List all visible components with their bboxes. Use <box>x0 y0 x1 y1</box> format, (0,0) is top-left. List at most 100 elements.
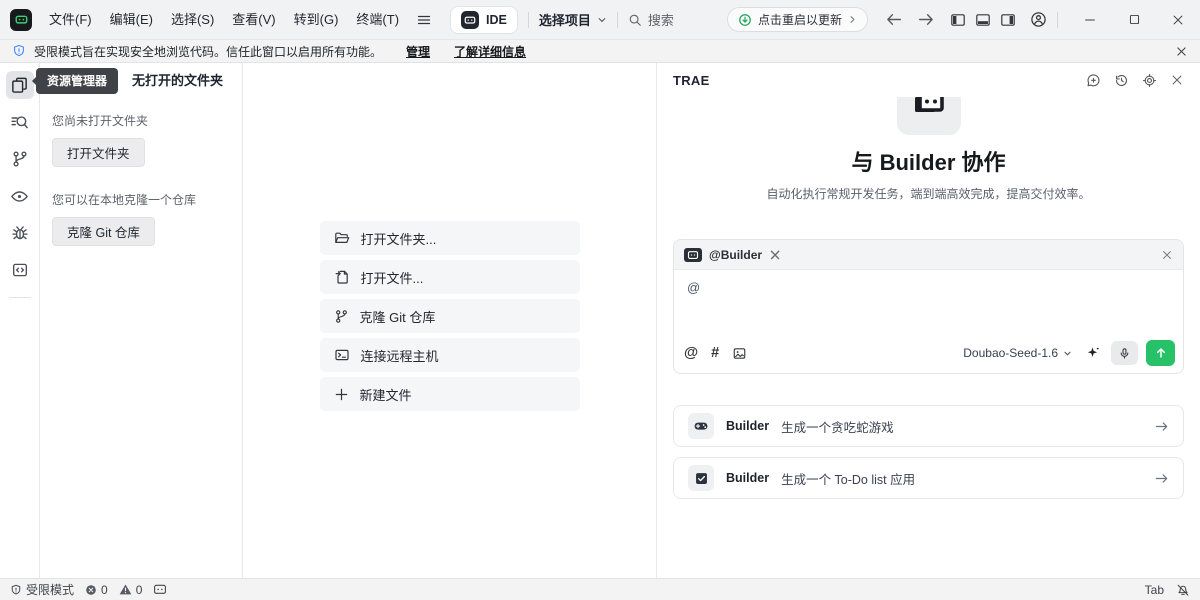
open-folder-button[interactable]: 打开文件夹 <box>52 138 145 167</box>
menu-goto[interactable]: 转到(G) <box>285 7 348 33</box>
input-icons: @ # <box>684 346 747 361</box>
activity-extensions-icon[interactable] <box>6 256 34 284</box>
chevron-down-icon <box>1063 349 1072 358</box>
bell-slash-icon[interactable] <box>1176 583 1190 597</box>
nav-arrows <box>886 11 934 28</box>
activity-eye-icon[interactable] <box>6 182 34 210</box>
welcome-action-label: 克隆 Git 仓库 <box>360 307 436 326</box>
chat-input-body[interactable]: @ @ # <box>674 270 1183 373</box>
restricted-mode-status[interactable]: 受限模式 <box>10 581 74 598</box>
todo-check-icon <box>688 465 714 491</box>
ide-mode-toggle[interactable]: IDE <box>450 6 518 34</box>
explorer-tooltip: 资源管理器 <box>36 68 118 94</box>
hamburger-menu-icon[interactable] <box>408 12 440 28</box>
error-circle-icon <box>85 584 97 596</box>
suggestion-text: 生成一个贪吃蛇游戏 <box>781 417 894 436</box>
git-branch-icon <box>334 309 349 324</box>
ide-robot-icon <box>461 11 479 29</box>
divider <box>528 12 529 28</box>
tag-close-icon[interactable] <box>1161 249 1173 261</box>
back-arrow-icon[interactable] <box>886 11 903 28</box>
at-mention-icon[interactable]: @ <box>684 346 698 361</box>
layout-sidebar-right-icon[interactable] <box>1000 12 1016 28</box>
account-icon[interactable] <box>1030 11 1047 28</box>
project-selector-label: 选择项目 <box>539 10 591 29</box>
model-selector[interactable]: Doubao-Seed-1.6 <box>963 346 1072 360</box>
builder-hero-title: 与 Builder 协作 <box>657 145 1200 177</box>
agent-tag-row: @Builder <box>674 240 1183 270</box>
problems-status[interactable]: 0 0 <box>85 583 142 597</box>
restricted-mode-message: 受限模式旨在实现安全地浏览代码。信任此窗口以启用所有功能。 <box>34 43 382 60</box>
hash-context-icon[interactable]: # <box>711 346 719 361</box>
close-panel-icon[interactable] <box>1170 73 1184 87</box>
remote-host-icon <box>334 347 350 363</box>
welcome-open-folder-button[interactable]: 打开文件夹... <box>320 221 580 255</box>
activity-source-control-icon[interactable] <box>6 145 34 173</box>
welcome-clone-git-button[interactable]: 克隆 Git 仓库 <box>320 299 580 333</box>
banner-close-icon[interactable] <box>1175 45 1188 58</box>
activity-bar <box>0 63 40 578</box>
app-window: 文件(F) 编辑(E) 选择(S) 查看(V) 转到(G) 终端(T) IDE … <box>0 0 1200 600</box>
builder-robot-logo-icon <box>897 97 961 135</box>
ide-label: IDE <box>486 13 507 27</box>
restricted-mode-label: 受限模式 <box>26 581 74 598</box>
tab-hint-label: Tab <box>1145 583 1164 597</box>
restart-update-button[interactable]: 点击重启以更新 <box>727 7 868 32</box>
divider <box>617 12 618 28</box>
close-window-button[interactable] <box>1156 0 1200 40</box>
send-button[interactable] <box>1146 340 1175 366</box>
layout-panel-bottom-icon[interactable] <box>975 12 991 28</box>
app-logo-icon[interactable] <box>10 9 32 31</box>
manage-link[interactable]: 管理 <box>406 43 430 60</box>
layout-sidebar-left-icon[interactable] <box>950 12 966 28</box>
chat-input[interactable]: @ <box>687 280 700 295</box>
shield-icon <box>10 584 22 596</box>
activity-search-icon[interactable] <box>6 108 34 136</box>
chevron-down-icon <box>597 15 607 25</box>
search-input[interactable]: 搜索 <box>628 10 674 29</box>
update-label: 点击重启以更新 <box>758 11 842 28</box>
main-area: 资源管理器 <box>0 63 1200 578</box>
explorer-panel: 无打开的文件夹 您尚未打开文件夹 打开文件夹 您可以在本地克隆一个仓库 克隆 G… <box>40 63 243 578</box>
tools-icon[interactable] <box>769 249 781 261</box>
robot-status-icon[interactable] <box>153 584 167 595</box>
welcome-action-label: 打开文件夹... <box>361 229 437 248</box>
divider <box>9 297 31 298</box>
activity-debug-icon[interactable] <box>6 219 34 247</box>
folder-open-icon <box>334 230 350 246</box>
suggestion-snake-game[interactable]: Builder 生成一个贪吃蛇游戏 <box>673 405 1184 447</box>
suggestion-agent: Builder <box>726 419 769 433</box>
update-download-icon <box>738 13 752 27</box>
plus-icon <box>334 387 349 402</box>
chevron-right-icon <box>848 15 857 24</box>
no-folder-hint: 您尚未打开文件夹 <box>52 112 230 129</box>
project-selector[interactable]: 选择项目 <box>539 10 607 29</box>
microphone-button[interactable] <box>1111 341 1138 365</box>
new-chat-icon[interactable] <box>1086 73 1101 88</box>
arrow-right-icon <box>1154 471 1169 486</box>
clone-git-button[interactable]: 克隆 Git 仓库 <box>52 217 155 246</box>
robot-chip-icon <box>684 248 702 262</box>
menu-edit[interactable]: 编辑(E) <box>101 7 162 33</box>
chat-panel-header: TRAE <box>657 63 1200 97</box>
learn-more-link[interactable]: 了解详细信息 <box>454 43 526 60</box>
welcome-actions: 打开文件夹... 打开文件... <box>320 221 580 411</box>
welcome-new-file-button[interactable]: 新建文件 <box>320 377 580 411</box>
chat-input-box: @Builder @ <box>673 239 1184 374</box>
maximize-button[interactable] <box>1112 0 1156 40</box>
sparkle-icon[interactable] <box>1085 345 1101 361</box>
settings-gear-icon[interactable] <box>1142 73 1157 88</box>
menu-terminal[interactable]: 终端(T) <box>347 7 408 33</box>
menu-selection[interactable]: 选择(S) <box>162 7 223 33</box>
menu-view[interactable]: 查看(V) <box>223 7 284 33</box>
welcome-remote-host-button[interactable]: 连接远程主机 <box>320 338 580 372</box>
minimize-button[interactable] <box>1068 0 1112 40</box>
suggestion-todo-app[interactable]: Builder 生成一个 To-Do list 应用 <box>673 457 1184 499</box>
builder-hero-logo-clip <box>657 97 1200 135</box>
image-attach-icon[interactable] <box>732 346 747 361</box>
forward-arrow-icon[interactable] <box>917 11 934 28</box>
history-icon[interactable] <box>1114 73 1129 88</box>
welcome-open-file-button[interactable]: 打开文件... <box>320 260 580 294</box>
menu-file[interactable]: 文件(F) <box>40 7 101 33</box>
warning-count: 0 <box>136 583 143 597</box>
